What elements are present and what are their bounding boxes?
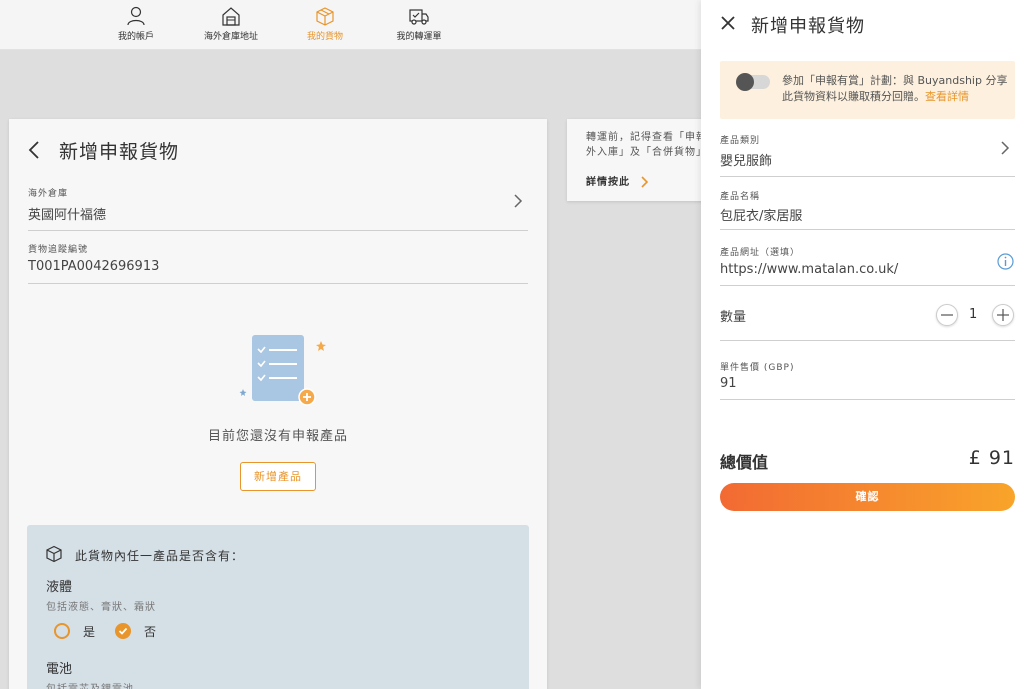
nav-label: 我的帳戶 <box>117 32 154 42</box>
info-text-line: 轉運前，記得查看「申報 <box>586 132 707 143</box>
back-arrow-icon[interactable] <box>27 139 41 161</box>
package-icon <box>316 7 334 26</box>
add-product-button[interactable]: 新增產品 <box>240 462 316 491</box>
liquid-yes-label[interactable]: 是 <box>83 623 95 640</box>
battery-title: 電池 <box>46 662 73 677</box>
package-icon <box>46 545 62 563</box>
check-icon <box>118 627 128 635</box>
quantity-decrease-button[interactable] <box>936 304 958 326</box>
warehouse-value[interactable]: 英國阿什福德 <box>28 204 106 223</box>
nav-item-warehouse-address[interactable]: 海外倉庫地址 <box>186 6 276 42</box>
product-url-input[interactable]: https://www.matalan.co.uk/ <box>720 262 898 277</box>
declare-goods-card: 新增申報貨物 海外倉庫 英國阿什福德 貨物追蹤編號 T001PA00426969… <box>9 119 547 689</box>
category-value[interactable]: 嬰兒服飾 <box>720 150 772 169</box>
add-declaration-drawer: 新增申報貨物 參加「申報有賞」計劃：與 Buyandship 分享此貨物資料以賺… <box>701 0 1024 689</box>
liquid-yes-radio[interactable] <box>54 623 70 639</box>
nav-item-my-account[interactable]: 我的帳戶 <box>91 6 181 42</box>
quantity-increase-button[interactable] <box>992 304 1014 326</box>
nav-item-my-shipments[interactable]: 我的轉運單 <box>374 6 464 42</box>
promo-details-link[interactable]: 查看詳情 <box>925 90 969 103</box>
toggle-knob <box>736 73 754 91</box>
promo-toggle[interactable] <box>736 73 770 91</box>
info-text: 轉運前，記得查看「申報 外入庫」及「合併貨物」 <box>586 130 711 160</box>
contents-question-box: 此貨物內任一產品是否含有： 液體 包括液態、膏狀、霜狀 是 否 電池 包括電芯及… <box>27 525 529 689</box>
promo-text: 參加「申報有賞」計劃：與 Buyandship 分享此貨物資料以賺取積分回贈。查… <box>782 73 1010 105</box>
unit-price-input[interactable]: 91 <box>720 376 737 391</box>
product-url-label: 產品網址（選填） <box>720 248 801 258</box>
divider <box>28 230 528 231</box>
empty-list-illustration-icon <box>239 335 326 406</box>
warehouse-icon <box>222 7 240 26</box>
tracking-label: 貨物追蹤編號 <box>28 245 89 255</box>
battery-subtitle: 包括電芯及鋰電池 <box>46 680 134 689</box>
chevron-right-icon[interactable] <box>513 193 523 209</box>
product-name-input[interactable]: 包屁衣/家居服 <box>720 205 802 224</box>
divider <box>720 229 1015 230</box>
user-icon <box>127 6 145 26</box>
drawer-title: 新增申報貨物 <box>751 16 865 37</box>
total-value: £ 91 <box>968 447 1015 469</box>
total-label: 總價值 <box>720 453 769 472</box>
unit-price-label: 單件售價 (GBP) <box>720 363 795 373</box>
nav-item-my-goods[interactable]: 我的貨物 <box>280 6 370 42</box>
tracking-number[interactable]: T001PA0042696913 <box>28 259 159 274</box>
minus-icon <box>941 314 953 316</box>
divider <box>720 340 1015 341</box>
divider <box>720 285 1015 286</box>
page-title: 新增申報貨物 <box>59 141 180 163</box>
product-name-label: 產品名稱 <box>720 192 761 202</box>
category-label: 產品類別 <box>720 136 761 146</box>
details-link[interactable]: 詳情按此 <box>586 173 650 188</box>
divider <box>720 176 1015 177</box>
info-icon[interactable] <box>997 253 1014 270</box>
empty-state-text: 目前您還沒有申報產品 <box>207 429 348 444</box>
info-text-line: 外入庫」及「合併貨物」 <box>586 147 707 158</box>
nav-label: 海外倉庫地址 <box>203 32 258 42</box>
chevron-right-icon <box>641 176 649 188</box>
divider <box>720 399 1015 400</box>
plus-icon <box>997 309 1009 321</box>
warehouse-label: 海外倉庫 <box>28 189 69 199</box>
liquid-title: 液體 <box>46 580 73 595</box>
truck-icon <box>409 9 429 25</box>
close-icon[interactable] <box>720 15 736 31</box>
details-link-label[interactable]: 詳情按此 <box>586 177 630 188</box>
nav-label: 我的轉運單 <box>396 32 442 42</box>
liquid-subtitle: 包括液態、膏狀、霜狀 <box>46 602 156 613</box>
promo-banner: 參加「申報有賞」計劃：與 Buyandship 分享此貨物資料以賺取積分回贈。查… <box>720 61 1015 119</box>
quantity-label: 數量 <box>720 310 747 325</box>
divider <box>28 283 528 284</box>
confirm-button[interactable]: 確認 <box>720 483 1015 511</box>
nav-label: 我的貨物 <box>306 32 343 42</box>
quantity-value[interactable]: 1 <box>969 307 977 322</box>
liquid-no-label[interactable]: 否 <box>144 623 156 640</box>
promo-description: 參加「申報有賞」計劃：與 Buyandship 分享此貨物資料以賺取積分回贈。 <box>782 74 1008 103</box>
question-title: 此貨物內任一產品是否含有： <box>75 549 245 563</box>
info-card: 轉運前，記得查看「申報 外入庫」及「合併貨物」 詳情按此 <box>567 119 717 201</box>
chevron-right-icon[interactable] <box>1000 140 1010 156</box>
liquid-no-radio[interactable] <box>115 623 131 639</box>
